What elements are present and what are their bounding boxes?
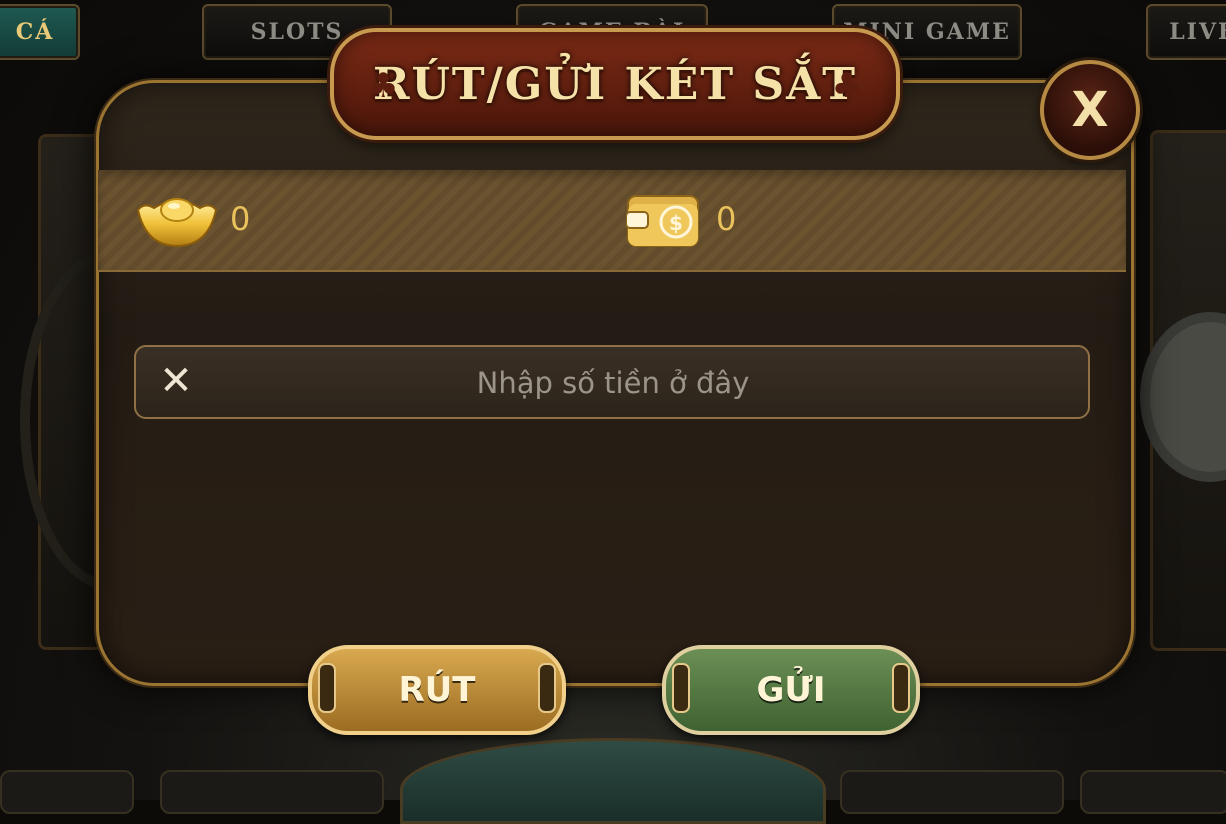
deposit-button-label: GỬI bbox=[756, 670, 826, 710]
button-ornament bbox=[672, 663, 690, 713]
wallet-balance-value: 0 bbox=[716, 200, 737, 238]
modal-title: RÚT/GỬI KÉT SẮT bbox=[372, 58, 858, 110]
club-icon: ♣ bbox=[831, 66, 862, 106]
button-ornament bbox=[318, 663, 336, 713]
tab-label: LIVE bbox=[1169, 19, 1226, 45]
modal-title-banner: ♣ RÚT/GỬI KÉT SẮT ♣ bbox=[330, 28, 900, 140]
withdraw-button-label: RÚT bbox=[398, 670, 476, 710]
tab-label: SLOTS bbox=[250, 19, 344, 45]
gold-balance-value: 0 bbox=[230, 200, 251, 238]
club-icon: ♣ bbox=[368, 66, 399, 106]
lobby-bottom-bar-right bbox=[1080, 770, 1226, 814]
lobby-bottom-bar-left bbox=[0, 770, 134, 814]
lobby-bottom-bar bbox=[840, 770, 1064, 814]
amount-input[interactable] bbox=[206, 347, 1020, 419]
button-ornament bbox=[892, 663, 910, 713]
deposit-button[interactable]: GỬI bbox=[662, 645, 920, 735]
withdraw-button[interactable]: RÚT bbox=[308, 645, 566, 735]
amount-input-container: ✕ bbox=[134, 345, 1090, 419]
close-icon: X bbox=[1071, 82, 1109, 138]
button-ornament bbox=[538, 663, 556, 713]
tab-label: CÁ bbox=[15, 19, 55, 45]
clear-input-icon[interactable]: ✕ bbox=[156, 361, 196, 401]
tab-live[interactable]: LIVE bbox=[1146, 4, 1226, 60]
balance-strip bbox=[98, 170, 1126, 272]
gold-ingot-icon bbox=[136, 198, 218, 248]
wallet-coin-icon: $ bbox=[626, 195, 699, 247]
svg-text:$: $ bbox=[669, 211, 683, 235]
tab-ban-ca[interactable]: CÁ bbox=[0, 4, 80, 60]
lobby-bottom-bar bbox=[160, 770, 384, 814]
close-modal-button[interactable]: X bbox=[1040, 60, 1140, 160]
